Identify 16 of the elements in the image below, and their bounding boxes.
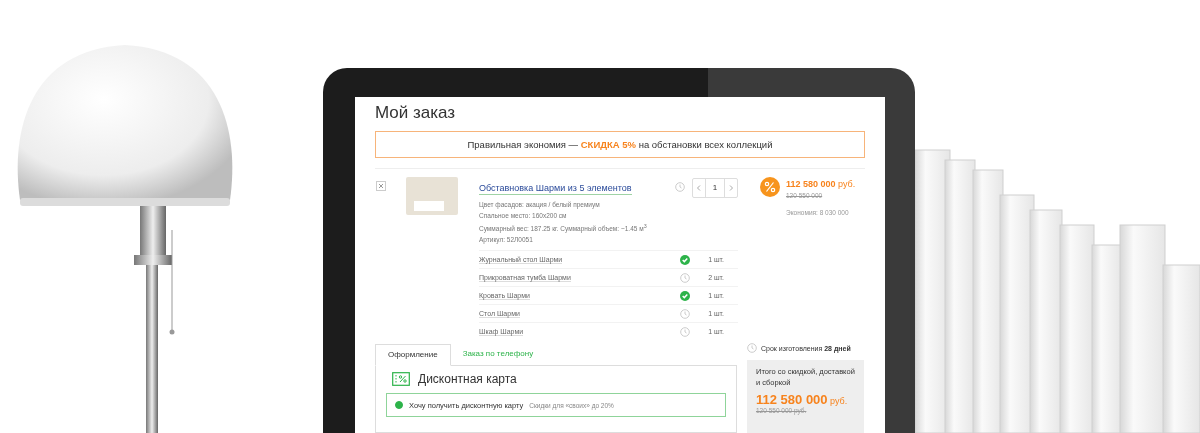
price: 112 580 000 руб. xyxy=(786,179,856,189)
quantity-stepper[interactable]: 1 xyxy=(692,178,738,198)
discount-card-icon xyxy=(392,372,410,387)
page-title: Мой заказ xyxy=(375,103,457,123)
photo-placeholder xyxy=(406,177,458,215)
percent-badge-icon xyxy=(760,177,780,197)
tab[interactable]: Оформление xyxy=(375,344,451,367)
total-price: 112 580 000 руб. xyxy=(756,392,849,408)
quantity-value: 1 xyxy=(705,179,725,197)
radio-dot[interactable] xyxy=(395,401,403,410)
promo-text: Правильная экономия — СКИДКА 5% на обстановки всех коллекций xyxy=(467,139,773,150)
clock-icon xyxy=(747,343,757,354)
remove-icon[interactable] xyxy=(376,181,386,191)
section-title: Дисконтная карта xyxy=(418,372,517,387)
product-link[interactable]: Обставновка Шарми из 5 элементов xyxy=(479,183,632,195)
clock-icon xyxy=(675,182,685,192)
